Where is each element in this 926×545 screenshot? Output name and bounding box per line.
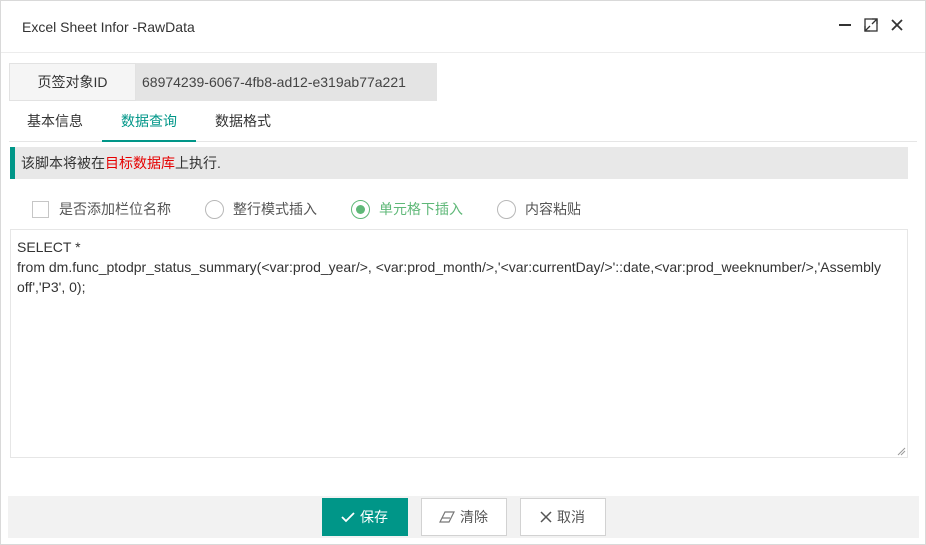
excel-sheet-dialog: Excel Sheet Infor -RawData 页签对象ID 689742…: [0, 0, 926, 545]
row-mode-insert-label: 整行模式插入: [233, 201, 317, 217]
cell-down-insert-option[interactable]: 单元格下插入: [351, 199, 463, 219]
close-icon: [540, 511, 552, 523]
add-column-names-checkbox[interactable]: [32, 200, 49, 218]
cancel-button[interactable]: 取消: [519, 498, 606, 536]
clear-button[interactable]: 清除: [420, 498, 507, 536]
row-mode-insert-option[interactable]: 整行模式插入: [205, 199, 317, 219]
execution-notice: 该脚本将被在 目标数据库 上执行.: [10, 147, 908, 179]
cancel-button-label: 取消: [557, 509, 585, 525]
minimize-icon[interactable]: [837, 17, 853, 33]
insert-options: 是否添加栏位名称 整行模式插入 单元格下插入 内容粘贴: [32, 197, 615, 221]
save-button-label: 保存: [360, 509, 388, 525]
dialog-footer: 保存 清除 取消: [8, 496, 919, 538]
tab-data-format[interactable]: 数据格式: [196, 103, 290, 142]
dialog-title: Excel Sheet Infor -RawData: [22, 18, 195, 35]
eraser-icon: [439, 511, 455, 523]
notice-suffix: 上执行.: [175, 155, 221, 171]
notice-prefix: 该脚本将被在: [21, 155, 105, 171]
check-icon: [341, 512, 355, 523]
tab-basic-info[interactable]: 基本信息: [9, 103, 102, 142]
tab-bar: 基本信息 数据查询 数据格式: [9, 103, 917, 142]
window-controls: [837, 17, 905, 33]
clear-button-label: 清除: [460, 509, 488, 525]
add-column-names-label: 是否添加栏位名称: [59, 201, 171, 217]
content-paste-label: 内容粘贴: [525, 201, 581, 217]
resize-grip-icon[interactable]: [897, 447, 906, 456]
dialog-titlebar: Excel Sheet Infor -RawData: [1, 1, 925, 53]
notice-highlight: 目标数据库: [105, 155, 175, 171]
cell-down-insert-label: 单元格下插入: [379, 201, 463, 217]
save-button[interactable]: 保存: [321, 498, 408, 536]
object-id-label: 页签对象ID: [9, 63, 136, 101]
close-icon[interactable]: [889, 17, 905, 33]
content-paste-option[interactable]: 内容粘贴: [497, 199, 581, 219]
tab-data-query[interactable]: 数据查询: [102, 103, 196, 142]
row-mode-insert-radio[interactable]: [205, 199, 224, 219]
add-column-names-option[interactable]: 是否添加栏位名称: [32, 199, 171, 219]
content-paste-radio[interactable]: [497, 199, 516, 219]
sql-query-textarea[interactable]: SELECT * from dm.func_ptodpr_status_summ…: [10, 229, 908, 458]
object-id-row: 页签对象ID 68974239-6067-4fb8-ad12-e319ab77a…: [9, 63, 437, 101]
cell-down-insert-radio[interactable]: [351, 199, 370, 219]
maximize-icon[interactable]: [863, 17, 879, 33]
object-id-value: 68974239-6067-4fb8-ad12-e319ab77a221: [136, 63, 437, 101]
